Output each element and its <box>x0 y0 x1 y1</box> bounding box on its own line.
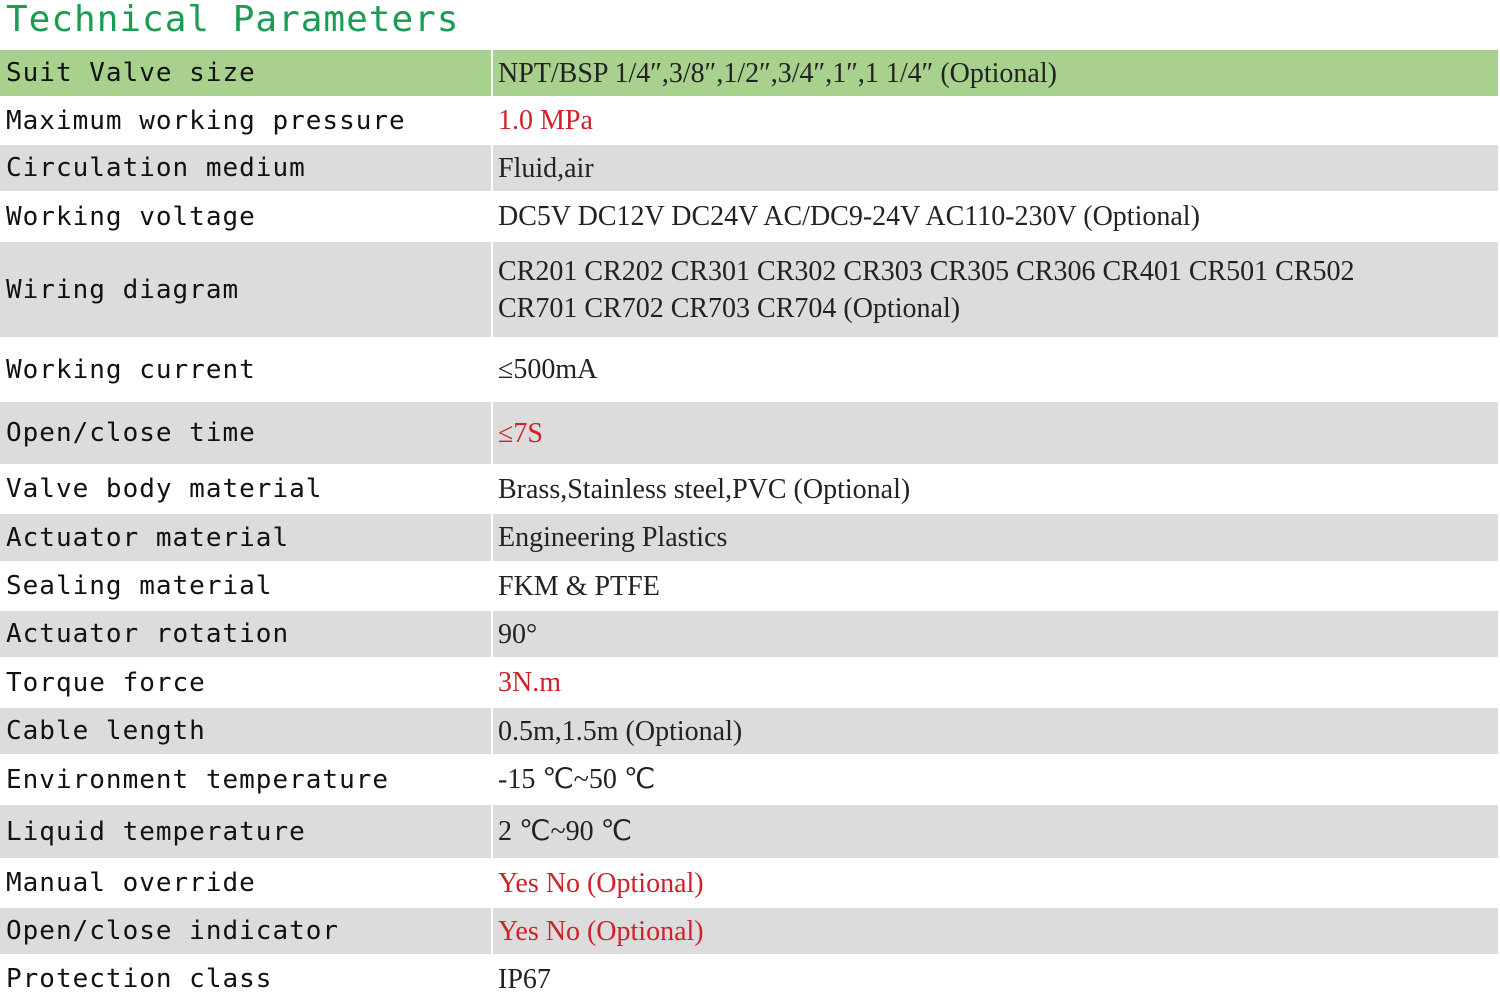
param-label: Sealing material <box>0 563 493 609</box>
table-row: Valve body material Brass,Stainless stee… <box>0 466 1498 512</box>
param-label: Environment temperature <box>0 756 493 803</box>
param-value: ≤7S <box>493 402 1498 464</box>
param-label: Liquid temperature <box>0 805 493 858</box>
param-value: FKM & PTFE <box>493 563 1498 609</box>
param-label: Suit Valve size <box>0 50 493 96</box>
param-label: Working current <box>0 339 493 400</box>
param-label: Cable length <box>0 708 493 754</box>
table-row: Actuator material Engineering Plastics <box>0 514 1498 561</box>
param-label: Open/close time <box>0 402 493 464</box>
param-label: Protection class <box>0 956 493 1002</box>
table-row: Liquid temperature 2 ℃~90 ℃ <box>0 805 1498 858</box>
param-value: -15 ℃~50 ℃ <box>493 756 1498 803</box>
table-row: Cable length 0.5m,1.5m (Optional) <box>0 708 1498 754</box>
param-label: Valve body material <box>0 466 493 512</box>
table-row: Sealing material FKM & PTFE <box>0 563 1498 609</box>
param-label: Working voltage <box>0 193 493 240</box>
param-label: Maximum working pressure <box>0 98 493 143</box>
param-value-line: CR701 CR702 CR703 CR704 (Optional) <box>498 292 961 324</box>
param-value: IP67 <box>493 956 1498 1002</box>
param-value: Yes No (Optional) <box>493 908 1498 954</box>
param-value: NPT/BSP 1/4″,3/8″,1/2″,3/4″,1″,1 1/4″ (O… <box>493 50 1498 96</box>
param-value: 3N.m <box>493 659 1498 706</box>
param-value: 2 ℃~90 ℃ <box>493 805 1498 858</box>
param-value: ≤500mA <box>493 339 1498 400</box>
table-row: Wiring diagram CR201 CR202 CR301 CR302 C… <box>0 242 1498 337</box>
table-row: Torque force 3N.m <box>0 659 1498 706</box>
table-row: Open/close indicator Yes No (Optional) <box>0 908 1498 954</box>
table-row: Manual override Yes No (Optional) <box>0 860 1498 906</box>
param-value: Fluid,air <box>493 145 1498 191</box>
table-row: Maximum working pressure 1.0 MPa <box>0 98 1498 143</box>
param-label: Actuator rotation <box>0 611 493 657</box>
param-value: Engineering Plastics <box>493 514 1498 561</box>
param-value: Yes No (Optional) <box>493 860 1498 906</box>
param-label: Wiring diagram <box>0 242 493 337</box>
table-row: Actuator rotation 90° <box>0 611 1498 657</box>
param-value: Brass,Stainless steel,PVC (Optional) <box>493 466 1498 512</box>
param-value: 1.0 MPa <box>493 98 1498 143</box>
page-title: Technical Parameters <box>6 0 460 40</box>
technical-parameters-table: Suit Valve size NPT/BSP 1/4″,3/8″,1/2″,3… <box>0 48 1498 1004</box>
param-label: Open/close indicator <box>0 908 493 954</box>
table-row: Working current ≤500mA <box>0 339 1498 400</box>
param-label: Manual override <box>0 860 493 906</box>
table-row: Circulation medium Fluid,air <box>0 145 1498 191</box>
table-row: Environment temperature -15 ℃~50 ℃ <box>0 756 1498 803</box>
table-row: Open/close time ≤7S <box>0 402 1498 464</box>
param-value: CR201 CR202 CR301 CR302 CR303 CR305 CR30… <box>493 242 1498 337</box>
table-row: Protection class IP67 <box>0 956 1498 1002</box>
table-row: Suit Valve size NPT/BSP 1/4″,3/8″,1/2″,3… <box>0 50 1498 96</box>
table-row: Working voltage DC5V DC12V DC24V AC/DC9-… <box>0 193 1498 240</box>
param-label: Actuator material <box>0 514 493 561</box>
param-value-line: CR201 CR202 CR301 CR302 CR303 CR305 CR30… <box>498 255 1355 287</box>
param-value: 90° <box>493 611 1498 657</box>
param-label: Torque force <box>0 659 493 706</box>
param-label: Circulation medium <box>0 145 493 191</box>
param-value: 0.5m,1.5m (Optional) <box>493 708 1498 754</box>
param-value: DC5V DC12V DC24V AC/DC9-24V AC110-230V (… <box>493 193 1498 240</box>
